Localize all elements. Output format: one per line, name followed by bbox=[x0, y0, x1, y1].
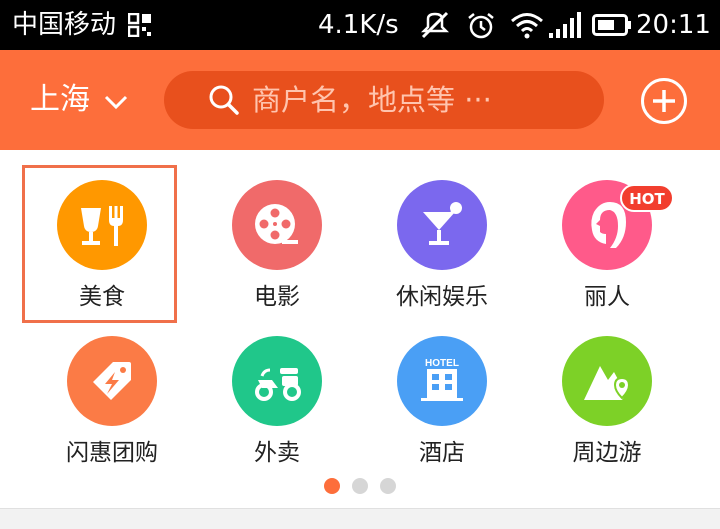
search-placeholder: 商户名，地点等 ··· bbox=[252, 83, 492, 117]
hotel-icon-text: HOTEL bbox=[425, 358, 459, 369]
search-bar[interactable]: 商户名，地点等 ··· bbox=[164, 71, 604, 129]
flash-tag-icon bbox=[93, 362, 131, 400]
category-flash-deal[interactable]: 闪惠团购 bbox=[32, 336, 192, 486]
category-takeout[interactable]: 外卖 bbox=[197, 336, 357, 486]
hot-badge: HOT bbox=[620, 184, 674, 212]
search-icon bbox=[209, 85, 239, 115]
category-nearby-trip[interactable]: 周边游 bbox=[527, 336, 687, 486]
page-dot-3[interactable] bbox=[380, 478, 396, 494]
category-label: 外卖 bbox=[254, 440, 300, 466]
cocktail-icon bbox=[423, 202, 462, 245]
bottom-section-edge bbox=[0, 508, 720, 529]
film-reel-icon bbox=[255, 204, 298, 244]
page-indicator bbox=[0, 478, 720, 494]
category-hotel[interactable]: HOTEL 酒店 bbox=[362, 336, 522, 486]
carrier-name: 中国移动 bbox=[12, 10, 117, 40]
alarm-icon bbox=[468, 13, 494, 39]
mute-icon bbox=[420, 11, 450, 39]
category-label: 休闲娱乐 bbox=[396, 284, 488, 310]
category-icon-bg bbox=[562, 336, 652, 426]
category-icon-bg bbox=[67, 336, 157, 426]
category-icon-bg bbox=[232, 180, 322, 270]
category-icon-bg bbox=[232, 336, 322, 426]
city-selector[interactable]: 上海 bbox=[30, 80, 128, 120]
city-name: 上海 bbox=[30, 82, 90, 117]
selection-highlight bbox=[22, 165, 177, 323]
add-icon[interactable] bbox=[640, 77, 688, 125]
status-bar: 中国移动 4.1K/s 20:11 bbox=[0, 0, 720, 50]
battery-icon bbox=[592, 14, 631, 36]
category-label: 电影 bbox=[254, 284, 300, 310]
clock: 20:11 bbox=[636, 10, 711, 40]
hotel-icon: HOTEL bbox=[421, 358, 463, 401]
app-header: 上海 商户名，地点等 ··· bbox=[0, 50, 720, 150]
category-label: 闪惠团购 bbox=[66, 440, 158, 466]
scooter-icon bbox=[255, 368, 301, 401]
signal-icon bbox=[549, 12, 581, 38]
category-label: 周边游 bbox=[572, 440, 642, 466]
page-dot-2[interactable] bbox=[352, 478, 368, 494]
category-movie[interactable]: 电影 bbox=[197, 180, 357, 330]
category-leisure[interactable]: 休闲娱乐 bbox=[362, 180, 522, 330]
qr-icon bbox=[128, 13, 151, 37]
category-icon-bg: HOTEL bbox=[397, 336, 487, 426]
category-icon-bg bbox=[397, 180, 487, 270]
network-speed: 4.1K/s bbox=[318, 10, 399, 40]
category-label: 酒店 bbox=[419, 440, 465, 466]
chevron-down-icon bbox=[104, 95, 128, 110]
page-dot-1[interactable] bbox=[324, 478, 340, 494]
mountain-pin-icon bbox=[584, 366, 631, 400]
category-label: 丽人 bbox=[584, 284, 630, 310]
wifi-icon bbox=[511, 13, 543, 39]
